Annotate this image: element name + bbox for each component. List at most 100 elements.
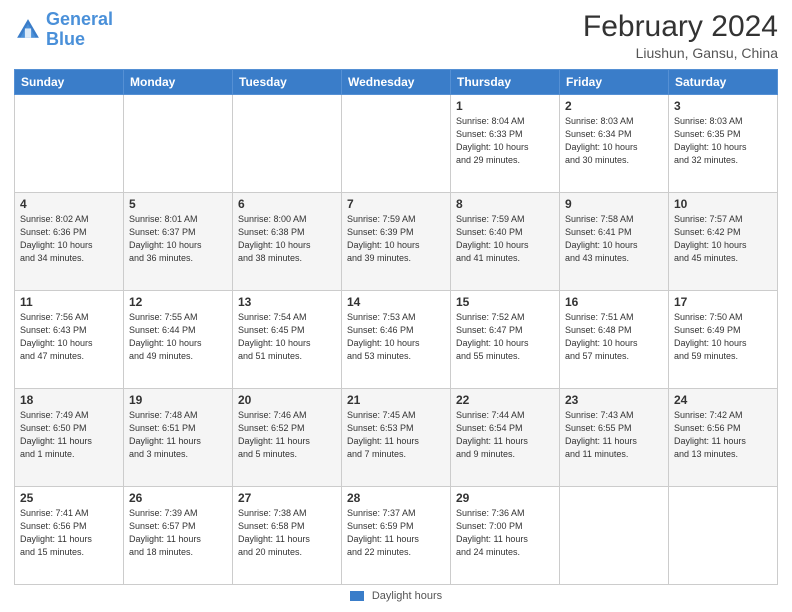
calendar-cell: 11Sunrise: 7:56 AM Sunset: 6:43 PM Dayli…	[15, 291, 124, 389]
title-block: February 2024 Liushun, Gansu, China	[583, 10, 778, 61]
day-info: Sunrise: 8:03 AM Sunset: 6:35 PM Dayligh…	[674, 115, 772, 167]
day-info: Sunrise: 7:41 AM Sunset: 6:56 PM Dayligh…	[20, 507, 118, 559]
calendar-cell: 15 Sunrise: 7:52 AM Sunset: 6:47 PM Dayli…	[451, 291, 560, 389]
calendar-cell: 10 Sunrise: 7:57 AM Sunset: 6:42 PM Dayli…	[669, 193, 778, 291]
calendar-cell: 23 Sunrise: 7:43 AM Sunset: 6:55 PM Dayli…	[560, 389, 669, 487]
day-number: 14	[347, 295, 445, 309]
day-number: 19	[129, 393, 227, 407]
day-info: Sunrise: 7:59 AM Sunset: 6:39 PM Dayligh…	[347, 213, 445, 265]
day-number: 15	[456, 295, 554, 309]
calendar-cell	[342, 95, 451, 193]
day-info: Sunrise: 7:43 AM Sunset: 6:55 PM Dayligh…	[565, 409, 663, 461]
calendar-cell: 4 Sunrise: 8:02 AM Sunset: 6:36 PM Daylig…	[15, 193, 124, 291]
calendar-cell: 2Sunrise: 8:03 AM Sunset: 6:34 PM Daylig…	[560, 95, 669, 193]
day-info: Sunrise: 8:01 AM Sunset: 6:37 PM Dayligh…	[129, 213, 227, 265]
day-info: Sunrise: 7:37 AM Sunset: 6:59 PM Dayligh…	[347, 507, 445, 559]
day-number: 3	[674, 99, 772, 113]
calendar-cell	[233, 95, 342, 193]
day-number: 8	[456, 197, 554, 211]
day-info: Sunrise: 8:00 AM Sunset: 6:38 PM Dayligh…	[238, 213, 336, 265]
day-info: Sunrise: 7:58 AM Sunset: 6:41 PM Dayligh…	[565, 213, 663, 265]
calendar-cell: 18Sunrise: 7:49 AM Sunset: 6:50 PM Dayli…	[15, 389, 124, 487]
day-header-monday: Monday	[124, 70, 233, 95]
day-header-wednesday: Wednesday	[342, 70, 451, 95]
page: General Blue February 2024 Liushun, Gans…	[0, 0, 792, 612]
month-year: February 2024	[583, 10, 778, 43]
calendar-cell: 9 Sunrise: 7:58 AM Sunset: 6:41 PM Daylig…	[560, 193, 669, 291]
calendar-week-1: 1 Sunrise: 8:04 AM Sunset: 6:33 PM Daylig…	[15, 95, 778, 193]
day-info: Sunrise: 7:52 AM Sunset: 6:47 PM Dayligh…	[456, 311, 554, 363]
day-number: 21	[347, 393, 445, 407]
calendar-cell: 20 Sunrise: 7:46 AM Sunset: 6:52 PM Dayli…	[233, 389, 342, 487]
day-info: Sunrise: 7:59 AM Sunset: 6:40 PM Dayligh…	[456, 213, 554, 265]
day-info: Sunrise: 7:42 AM Sunset: 6:56 PM Dayligh…	[674, 409, 772, 461]
day-info: Sunrise: 7:48 AM Sunset: 6:51 PM Dayligh…	[129, 409, 227, 461]
calendar-week-4: 18Sunrise: 7:49 AM Sunset: 6:50 PM Dayli…	[15, 389, 778, 487]
day-number: 10	[674, 197, 772, 211]
calendar-cell: 12Sunrise: 7:55 AM Sunset: 6:44 PM Dayli…	[124, 291, 233, 389]
logo-line2: Blue	[46, 29, 85, 49]
day-number: 23	[565, 393, 663, 407]
day-number: 27	[238, 491, 336, 505]
calendar-week-2: 4 Sunrise: 8:02 AM Sunset: 6:36 PM Daylig…	[15, 193, 778, 291]
day-info: Sunrise: 7:54 AM Sunset: 6:45 PM Dayligh…	[238, 311, 336, 363]
day-info: Sunrise: 7:44 AM Sunset: 6:54 PM Dayligh…	[456, 409, 554, 461]
day-number: 26	[129, 491, 227, 505]
legend-label: Daylight hours	[372, 590, 442, 602]
day-info: Sunrise: 7:38 AM Sunset: 6:58 PM Dayligh…	[238, 507, 336, 559]
calendar-cell: 13 Sunrise: 7:54 AM Sunset: 6:45 PM Dayli…	[233, 291, 342, 389]
day-info: Sunrise: 7:51 AM Sunset: 6:48 PM Dayligh…	[565, 311, 663, 363]
calendar-cell	[124, 95, 233, 193]
day-number: 17	[674, 295, 772, 309]
logo: General Blue	[14, 10, 113, 50]
day-number: 20	[238, 393, 336, 407]
day-number: 9	[565, 197, 663, 211]
footer: Daylight hours	[14, 590, 778, 602]
day-info: Sunrise: 7:46 AM Sunset: 6:52 PM Dayligh…	[238, 409, 336, 461]
calendar-cell	[15, 95, 124, 193]
calendar-cell: 14Sunrise: 7:53 AM Sunset: 6:46 PM Dayli…	[342, 291, 451, 389]
calendar-cell: 19 Sunrise: 7:48 AM Sunset: 6:51 PM Dayli…	[124, 389, 233, 487]
day-number: 1	[456, 99, 554, 113]
logo-icon	[14, 16, 42, 44]
calendar-cell: 3 Sunrise: 8:03 AM Sunset: 6:35 PM Daylig…	[669, 95, 778, 193]
calendar-cell: 1 Sunrise: 8:04 AM Sunset: 6:33 PM Daylig…	[451, 95, 560, 193]
day-number: 13	[238, 295, 336, 309]
calendar-cell: 24 Sunrise: 7:42 AM Sunset: 6:56 PM Dayli…	[669, 389, 778, 487]
calendar-cell: 21 Sunrise: 7:45 AM Sunset: 6:53 PM Dayli…	[342, 389, 451, 487]
legend-box	[350, 591, 364, 601]
calendar-cell: 5 Sunrise: 8:01 AM Sunset: 6:37 PM Daylig…	[124, 193, 233, 291]
day-info: Sunrise: 7:57 AM Sunset: 6:42 PM Dayligh…	[674, 213, 772, 265]
calendar-table: SundayMondayTuesdayWednesdayThursdayFrid…	[14, 69, 778, 585]
calendar-week-5: 25Sunrise: 7:41 AM Sunset: 6:56 PM Dayli…	[15, 487, 778, 585]
header: General Blue February 2024 Liushun, Gans…	[14, 10, 778, 61]
day-info: Sunrise: 8:04 AM Sunset: 6:33 PM Dayligh…	[456, 115, 554, 167]
calendar-cell	[560, 487, 669, 585]
calendar-cell: 25Sunrise: 7:41 AM Sunset: 6:56 PM Dayli…	[15, 487, 124, 585]
calendar-cell: 26Sunrise: 7:39 AM Sunset: 6:57 PM Dayli…	[124, 487, 233, 585]
calendar-header-row: SundayMondayTuesdayWednesdayThursdayFrid…	[15, 70, 778, 95]
day-number: 2	[565, 99, 663, 113]
day-number: 5	[129, 197, 227, 211]
day-header-sunday: Sunday	[15, 70, 124, 95]
day-header-friday: Friday	[560, 70, 669, 95]
day-info: Sunrise: 7:56 AM Sunset: 6:43 PM Dayligh…	[20, 311, 118, 363]
day-info: Sunrise: 7:45 AM Sunset: 6:53 PM Dayligh…	[347, 409, 445, 461]
day-number: 6	[238, 197, 336, 211]
day-info: Sunrise: 7:55 AM Sunset: 6:44 PM Dayligh…	[129, 311, 227, 363]
day-number: 16	[565, 295, 663, 309]
calendar-cell: 22 Sunrise: 7:44 AM Sunset: 6:54 PM Dayli…	[451, 389, 560, 487]
day-header-thursday: Thursday	[451, 70, 560, 95]
calendar-cell: 8 Sunrise: 7:59 AM Sunset: 6:40 PM Daylig…	[451, 193, 560, 291]
day-info: Sunrise: 7:50 AM Sunset: 6:49 PM Dayligh…	[674, 311, 772, 363]
day-info: Sunrise: 8:02 AM Sunset: 6:36 PM Dayligh…	[20, 213, 118, 265]
calendar-cell: 16 Sunrise: 7:51 AM Sunset: 6:48 PM Dayli…	[560, 291, 669, 389]
day-number: 28	[347, 491, 445, 505]
logo-text: General Blue	[46, 10, 113, 50]
day-number: 18	[20, 393, 118, 407]
day-number: 29	[456, 491, 554, 505]
day-number: 24	[674, 393, 772, 407]
day-number: 22	[456, 393, 554, 407]
calendar-cell: 27 Sunrise: 7:38 AM Sunset: 6:58 PM Dayli…	[233, 487, 342, 585]
day-number: 4	[20, 197, 118, 211]
